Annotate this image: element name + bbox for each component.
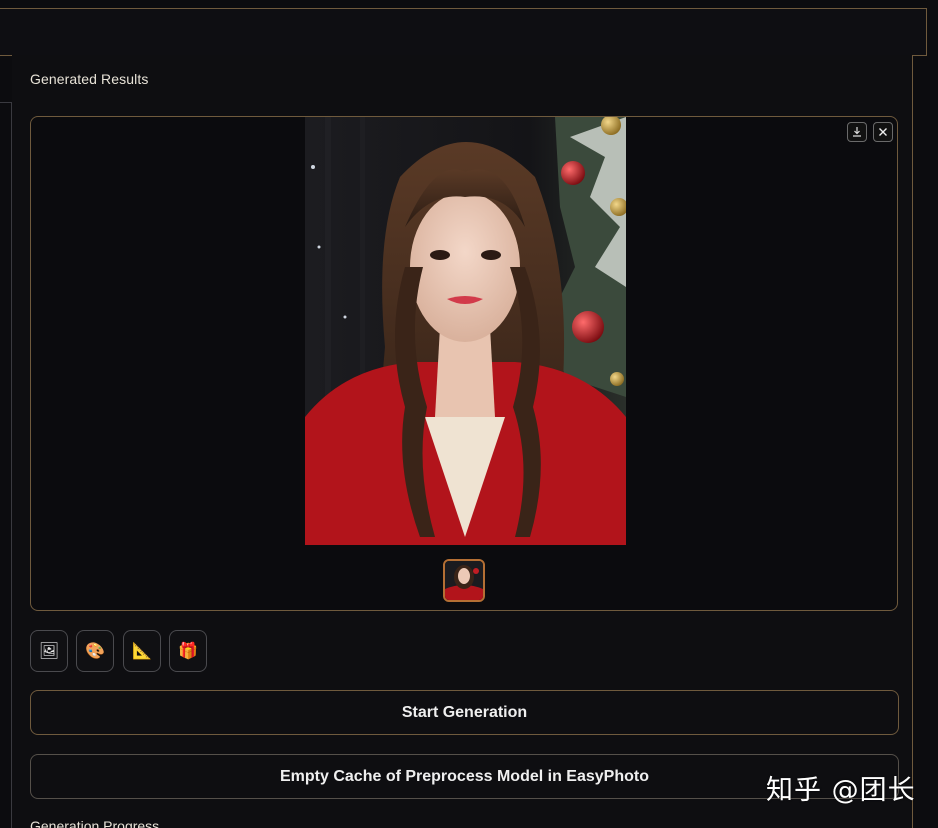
watermark: 知乎 @团长 [766,775,916,806]
gallery-thumbnail[interactable] [443,559,485,602]
send-to-ruler-button[interactable]: 📐 [123,630,161,672]
send-to-palette-button[interactable]: 🎨 [76,630,114,672]
image-gallery [30,116,898,611]
palette-icon: 🎨 [85,643,105,660]
download-button[interactable] [847,122,867,142]
send-to-image-button[interactable]: 🖼 [30,630,68,672]
app-root: Generated Results 🖼 🎨 📐 🎁 Start Generati… [0,0,938,828]
top-header-strip [0,8,927,56]
triangle-ruler-icon: 📐 [132,643,152,660]
left-column-edge [0,102,12,828]
send-to-gift-button[interactable]: 🎁 [169,630,207,672]
section-title: Generated Results [30,71,149,87]
close-icon [879,128,887,136]
image-icon: 🖼 [38,643,60,660]
download-icon [853,127,861,137]
gift-icon: 🎁 [178,643,198,660]
close-button[interactable] [873,122,893,142]
generation-progress-label: Generation Progress [30,818,160,828]
generated-image[interactable] [305,117,626,545]
start-generation-button[interactable]: Start Generation [30,690,899,735]
